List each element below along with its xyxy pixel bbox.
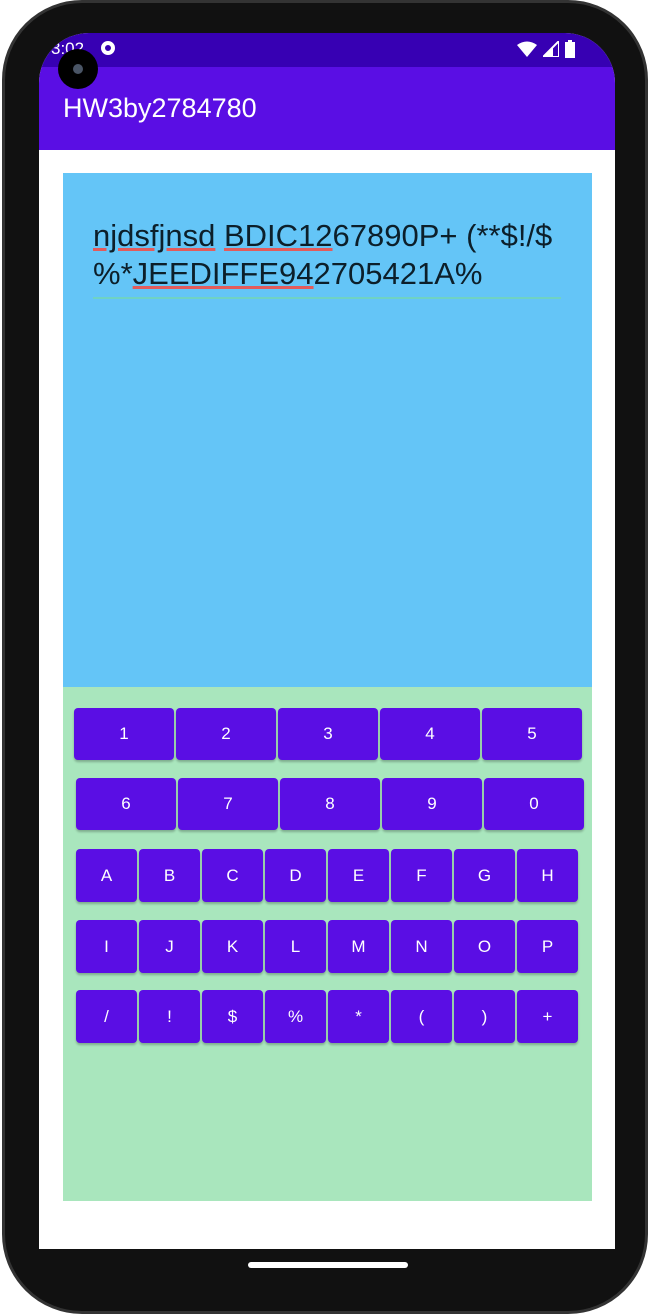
- gesture-handle[interactable]: [248, 1262, 408, 1268]
- key-button[interactable]: 1: [74, 708, 174, 760]
- key-button[interactable]: 3: [278, 708, 378, 760]
- keypad-row: /! $% *() +: [76, 990, 578, 1043]
- key-button[interactable]: G: [454, 849, 515, 902]
- input-text-segment: 2705421A%: [313, 256, 483, 291]
- key-button[interactable]: B: [139, 849, 200, 902]
- key-button[interactable]: +: [517, 990, 578, 1043]
- key-button[interactable]: J: [139, 920, 200, 973]
- key-button[interactable]: D: [265, 849, 326, 902]
- key-button[interactable]: 0: [484, 778, 584, 830]
- key-button[interactable]: 7: [178, 778, 278, 830]
- key-button[interactable]: M: [328, 920, 389, 973]
- key-button[interactable]: 8: [280, 778, 380, 830]
- text-input[interactable]: njdsfjnsd BDIC1267890P+ (**$!/$ %*JEEDIF…: [93, 217, 561, 299]
- key-button[interactable]: P: [517, 920, 578, 973]
- screen: 3:02 HW3by2784780 njdsfjnsd BDIC1267890P…: [39, 33, 615, 1249]
- keypad-row: 67890: [76, 778, 584, 830]
- key-button[interactable]: C: [202, 849, 263, 902]
- key-button[interactable]: 4: [380, 708, 480, 760]
- key-button[interactable]: O: [454, 920, 515, 973]
- status-bar: 3:02: [39, 33, 615, 67]
- phone-frame: 3:02 HW3by2784780 njdsfjnsd BDIC1267890P…: [2, 0, 648, 1314]
- key-button[interactable]: F: [391, 849, 452, 902]
- input-text-segment: [215, 218, 224, 253]
- key-button[interactable]: 2: [176, 708, 276, 760]
- battery-icon: [565, 40, 575, 58]
- display-area: njdsfjnsd BDIC1267890P+ (**$!/$ %*JEEDIF…: [63, 173, 592, 687]
- camera-icon: [58, 49, 98, 89]
- keypad-area: 1 2 3 4 5 6 7 8 9 0 A B C D E F G H I J K L M N O P /! $% *() +: [63, 687, 592, 1201]
- keypad-row: ABCDEFGH: [76, 849, 578, 902]
- wifi-icon: [517, 41, 537, 57]
- keypad-row: IJKLMNOP: [76, 920, 578, 973]
- key-button[interactable]: ): [454, 990, 515, 1043]
- keypad-row: 12345: [74, 708, 582, 760]
- key-button[interactable]: $: [202, 990, 263, 1043]
- key-button[interactable]: K: [202, 920, 263, 973]
- key-button[interactable]: (: [391, 990, 452, 1043]
- input-text-segment: njdsfjnsd: [93, 218, 216, 253]
- app-bar: HW3by2784780: [39, 67, 615, 150]
- key-button[interactable]: %: [265, 990, 326, 1043]
- key-button[interactable]: 5: [482, 708, 582, 760]
- input-text-segment: JEEDIFFE94: [132, 256, 314, 291]
- key-button[interactable]: A: [76, 849, 137, 902]
- key-button[interactable]: /: [76, 990, 137, 1043]
- key-button[interactable]: *: [328, 990, 389, 1043]
- key-button[interactable]: I: [76, 920, 137, 973]
- key-button[interactable]: 6: [76, 778, 176, 830]
- signal-icon: [543, 41, 559, 57]
- key-button[interactable]: E: [328, 849, 389, 902]
- app-title: HW3by2784780: [63, 93, 257, 123]
- key-button[interactable]: 9: [382, 778, 482, 830]
- key-button[interactable]: H: [517, 849, 578, 902]
- media-icon: [101, 41, 115, 55]
- key-button[interactable]: L: [265, 920, 326, 973]
- input-text-segment: BDIC12: [223, 218, 333, 253]
- key-button[interactable]: !: [139, 990, 200, 1043]
- key-button[interactable]: N: [391, 920, 452, 973]
